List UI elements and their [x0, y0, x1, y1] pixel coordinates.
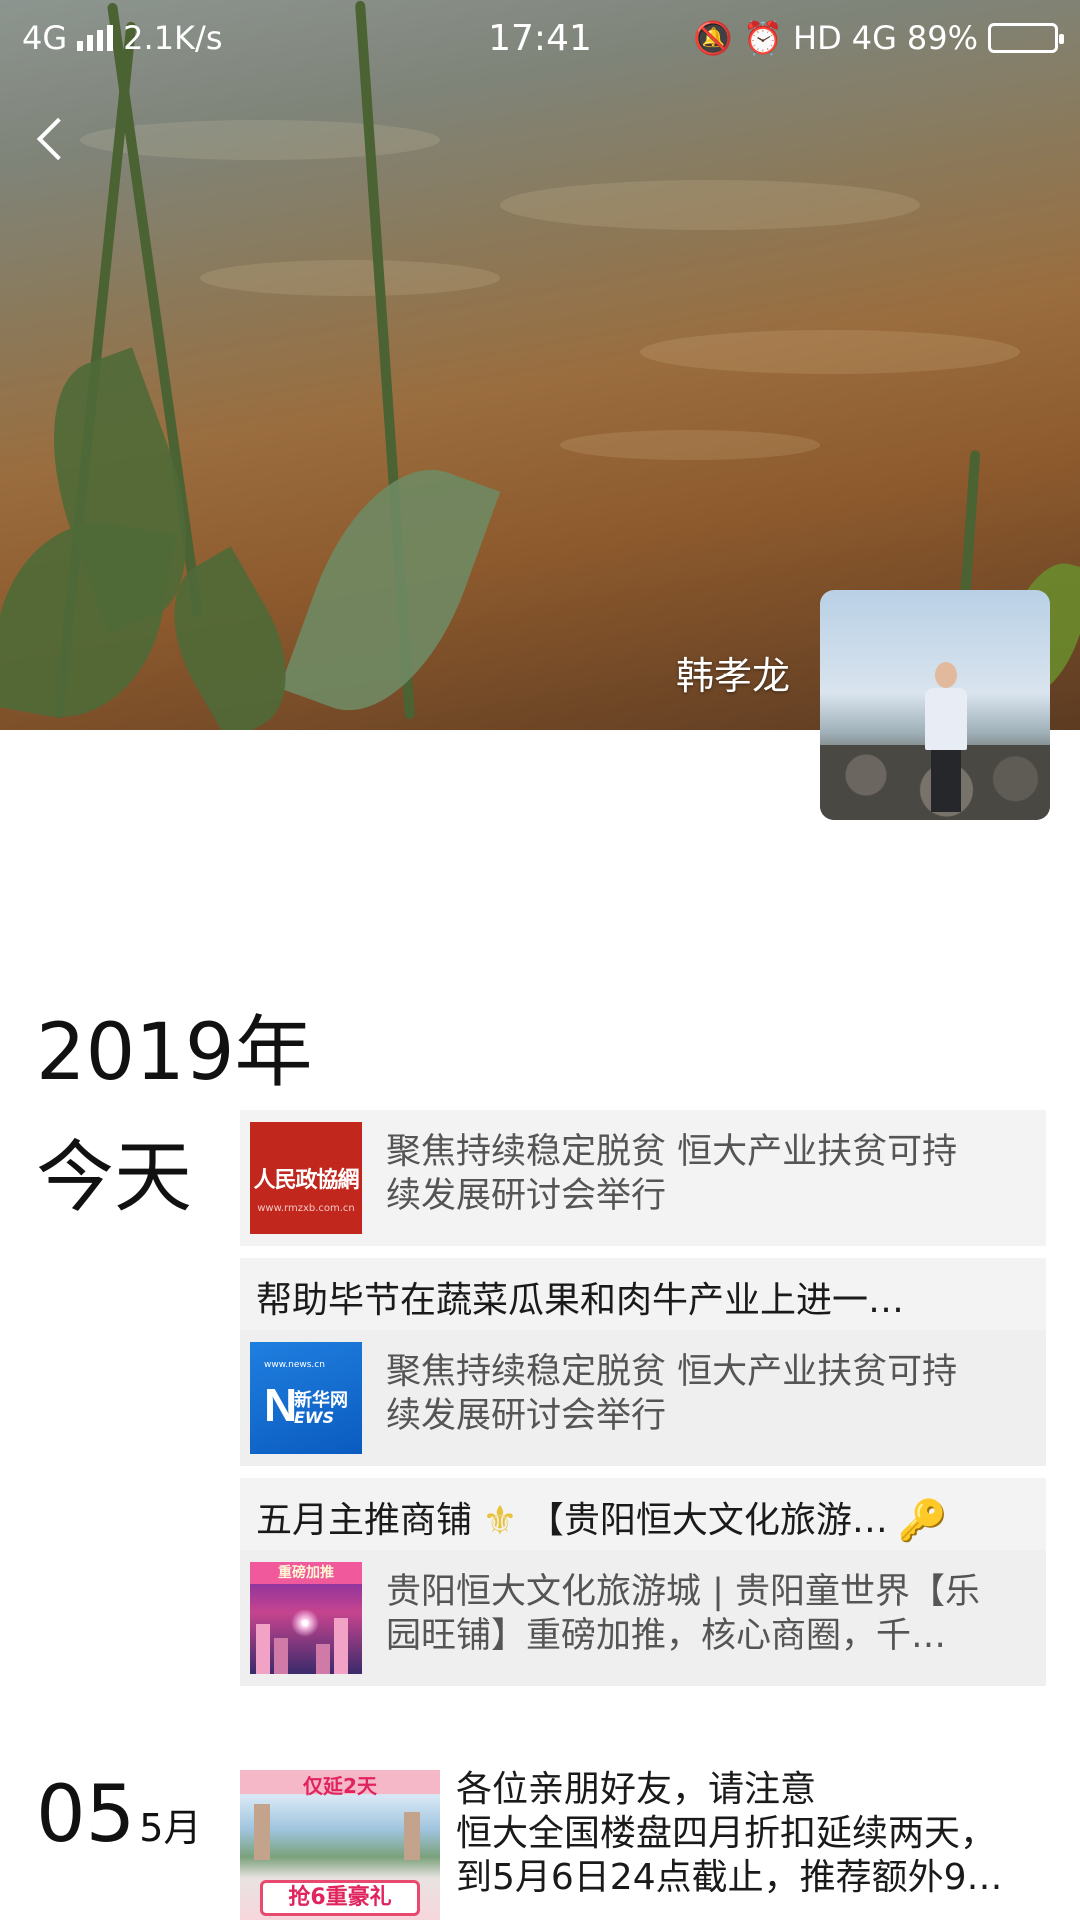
status-bar: 4G 2.1K/s 17:41 🔕 ⏰ HD 4G 89%: [0, 0, 1080, 76]
link-title-line: 贵阳恒大文化旅游城 | 贵阳童世界【乐: [386, 1572, 981, 1612]
post-caption-text: 帮助毕节在蔬菜瓜果和肉牛产业上进一…: [256, 1280, 905, 1321]
shared-link[interactable]: www.news.cn N 新华网 EWS 聚焦持续稳定脱贫 恒大产业扶贫可持 …: [240, 1330, 1046, 1466]
thumbnail-url-text: www.news.cn: [264, 1360, 325, 1370]
timeline-post[interactable]: 人民政協網 www.rmzxb.com.cn 聚焦持续稳定脱贫 恒大产业扶贫可持…: [240, 1110, 1046, 1246]
battery-percent: 89%: [906, 19, 978, 57]
status-right: 🔕 ⏰ HD 4G 89%: [693, 19, 1064, 57]
post-text-line: 各位亲朋好友，请注意: [456, 1769, 817, 1810]
post-date: 05 5月: [36, 1770, 201, 1860]
post-caption-text: 【贵阳恒大文化旅游…: [527, 1500, 888, 1541]
link-title-line: 聚焦持续稳定脱贫 恒大产业扶贫可持: [386, 1132, 958, 1172]
post-caption: 五月主推商铺 ⚜ 【贵阳恒大文化旅游… 🔑: [240, 1478, 1046, 1550]
link-title: 贵阳恒大文化旅游城 | 贵阳童世界【乐 园旺铺】重磅加推，核心商圈，千…: [386, 1562, 1026, 1658]
alarm-icon: ⏰: [743, 19, 784, 57]
shared-link[interactable]: 人民政協網 www.rmzxb.com.cn 聚焦持续稳定脱贫 恒大产业扶贫可持…: [240, 1110, 1046, 1246]
mute-notification-icon: 🔕: [693, 19, 734, 57]
network-speed: 2.1K/s: [123, 19, 223, 57]
post-caption: 帮助毕节在蔬菜瓜果和肉牛产业上进一…: [240, 1258, 1046, 1330]
thumbnail-logo-suffix: EWS: [294, 1408, 335, 1427]
post-caption-text: 五月主推商铺: [256, 1500, 473, 1541]
post-text[interactable]: 各位亲朋好友，请注意 恒大全国楼盘四月折扣延续两天， 到5月6日24点截止，推荐…: [456, 1768, 1046, 1900]
post-date-month: 5月: [139, 1806, 202, 1850]
post-text-line: 恒大全国楼盘四月折扣延续两天，: [456, 1813, 997, 1854]
chevron-left-icon: [36, 117, 80, 161]
link-title-line: 续发展研讨会举行: [386, 1176, 667, 1216]
thumbnail-url-text: www.rmzxb.com.cn: [257, 1203, 355, 1214]
shared-link[interactable]: 重磅加推 贵阳恒大文化旅游城 | 贵阳童世界【乐 园旺铺】重磅加推，核心商圈，千…: [240, 1550, 1046, 1686]
battery-icon: [988, 23, 1064, 53]
link-title-line: 聚焦持续稳定脱贫 恒大产业扶贫可持: [386, 1352, 958, 1392]
link-title-line: 续发展研讨会举行: [386, 1396, 667, 1436]
thumbnail-logo-text: 人民政協網: [253, 1167, 359, 1193]
link-title-line: 园旺铺】重磅加推，核心商圈，千…: [386, 1616, 947, 1656]
key-icon: 🔑: [897, 1498, 948, 1544]
link-title: 聚焦持续稳定脱贫 恒大产业扶贫可持 续发展研讨会举行: [386, 1122, 1026, 1218]
timeline-post[interactable]: 五月主推商铺 ⚜ 【贵阳恒大文化旅游… 🔑 重磅加推 贵阳恒大文化旅游城 | 贵…: [240, 1478, 1046, 1686]
year-header: 2019年: [36, 1008, 313, 1098]
hd-indicator: HD: [793, 19, 842, 57]
post-image-banner-text: 仅延2天: [240, 1770, 440, 1798]
link-thumbnail: www.news.cn N 新华网 EWS: [250, 1342, 362, 1454]
avatar[interactable]: [820, 590, 1050, 820]
post-text-line: 到5月6日24点截止，推荐额外9…: [456, 1857, 1003, 1898]
network-type: 4G: [22, 19, 68, 57]
signal-icon: [77, 25, 114, 51]
profile-name[interactable]: 韩孝龙: [676, 645, 790, 700]
thumbnail-header-text: 重磅加推: [250, 1562, 362, 1584]
timeline-post[interactable]: 帮助毕节在蔬菜瓜果和肉牛产业上进一… www.news.cn N 新华网 EWS…: [240, 1258, 1046, 1466]
post-image-ribbon-text: 抢6重豪礼: [260, 1880, 420, 1916]
link-thumbnail: 人民政協網 www.rmzxb.com.cn: [250, 1122, 362, 1234]
back-button[interactable]: [28, 104, 88, 174]
post-image[interactable]: 仅延2天 抢6重豪礼: [240, 1770, 440, 1920]
network-type-right: 4G: [851, 19, 897, 57]
fleur-de-lis-icon: ⚜: [482, 1498, 518, 1544]
status-left: 4G 2.1K/s: [22, 19, 222, 57]
link-title: 聚焦持续稳定脱贫 恒大产业扶贫可持 续发展研讨会举行: [386, 1342, 1026, 1438]
link-thumbnail: 重磅加推: [250, 1562, 362, 1674]
thumbnail-logo-letter: N: [264, 1379, 298, 1431]
today-label: 今天: [36, 1133, 193, 1223]
post-date-day: 05: [36, 1770, 136, 1860]
